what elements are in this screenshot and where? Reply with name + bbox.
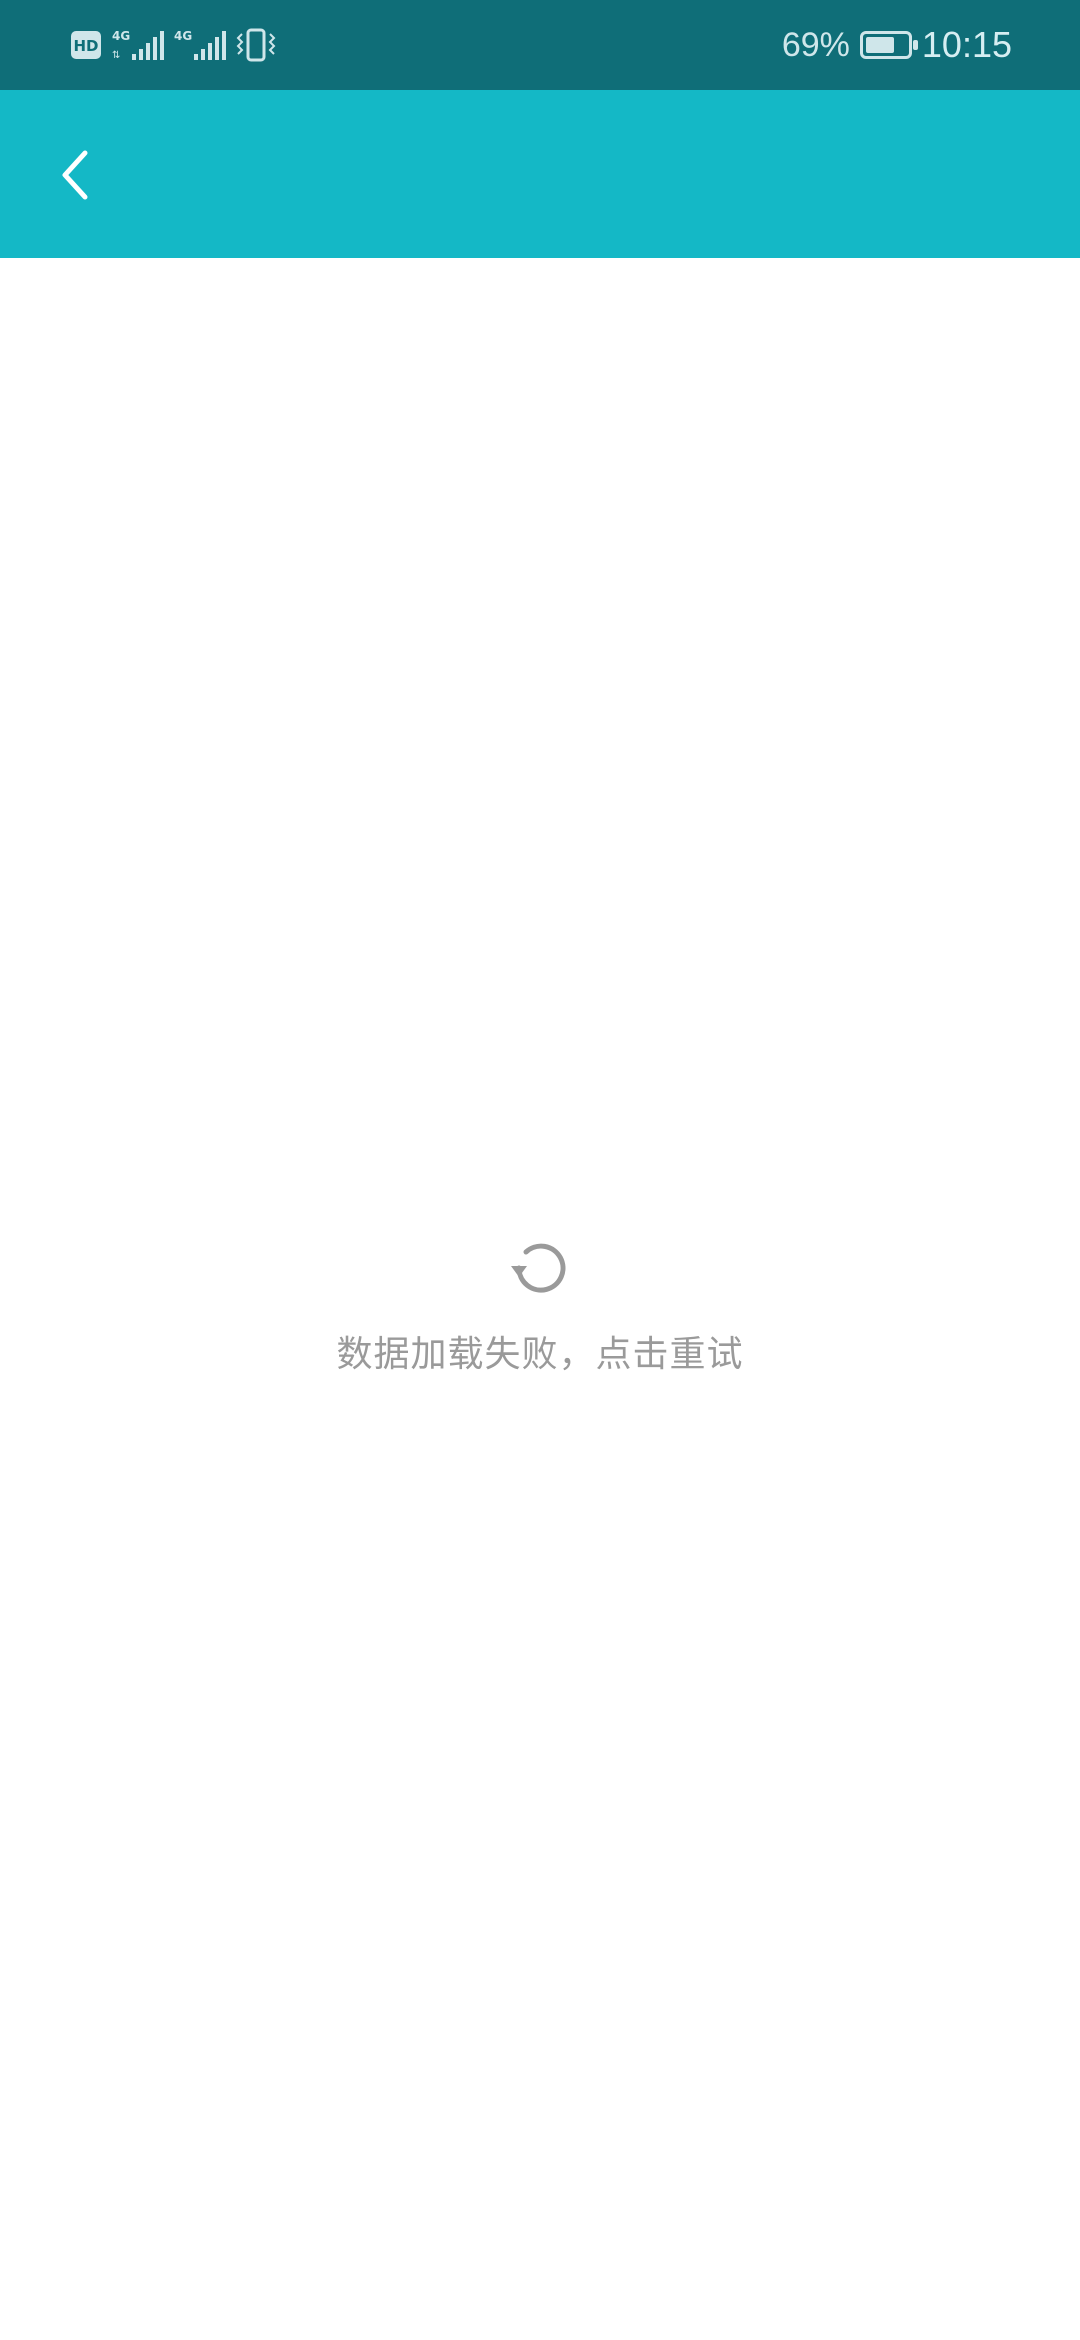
back-button[interactable] — [30, 130, 120, 220]
refresh-icon[interactable] — [505, 1233, 575, 1303]
hd-badge-text: HD — [73, 37, 98, 55]
battery-level-fill — [865, 37, 894, 53]
vibrate-icon — [236, 28, 276, 62]
status-left-indicators: HD 4G ⇅ 4G — [70, 24, 276, 66]
battery-percent: 69% — [781, 25, 850, 64]
battery-icon — [859, 31, 918, 59]
sim1-signal-icon: 4G ⇅ — [112, 29, 164, 61]
chevron-left-icon — [62, 150, 88, 200]
app-bar — [0, 90, 1080, 258]
svg-text:⇅: ⇅ — [112, 50, 120, 61]
status-right-indicators: 69% 10:15 — [782, 20, 1012, 70]
status-time: 10:15 — [921, 24, 1012, 65]
sim2-signal-icon: 4G — [174, 29, 226, 60]
error-message[interactable]: 数据加载失败，点击重试 — [336, 1325, 743, 1377]
status-bar: HD 4G ⇅ 4G 69% 10:15 — [0, 0, 1080, 90]
content-area: 数据加载失败，点击重试 — [0, 258, 1080, 2340]
retry-area[interactable]: 数据加载失败，点击重试 — [0, 1233, 1080, 1377]
sim2-network-label: 4G — [174, 29, 192, 43]
hd-badge-icon: HD — [71, 31, 101, 59]
sim1-network-label: 4G — [112, 29, 130, 43]
